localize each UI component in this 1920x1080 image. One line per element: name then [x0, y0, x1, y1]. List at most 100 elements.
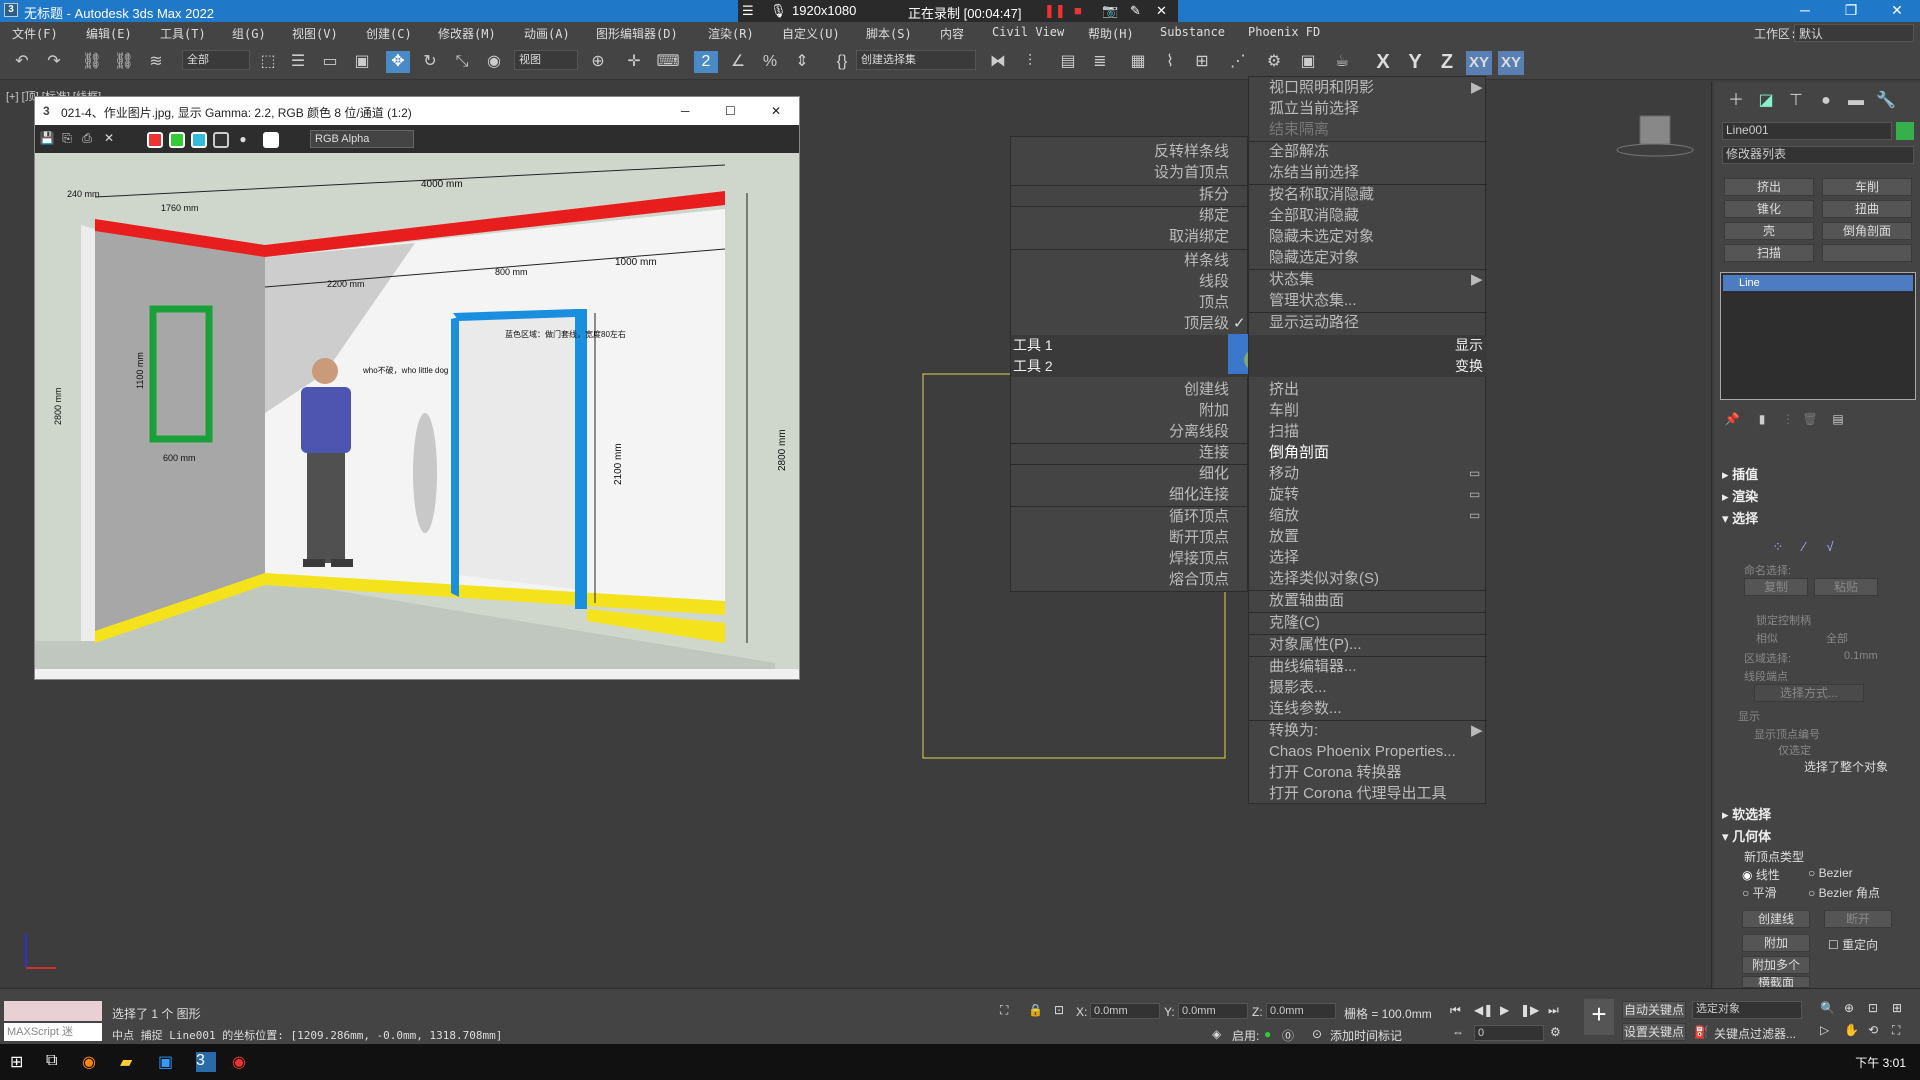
quad-unhide-by-name[interactable]: 按名称取消隐藏	[1269, 184, 1469, 205]
close-icon[interactable]: ✕	[1882, 2, 1912, 19]
quad-vertex[interactable]: 顶点	[1011, 292, 1229, 313]
stop-icon[interactable]: ■	[1074, 3, 1082, 18]
menu-tools[interactable]: 工具(T)	[160, 25, 206, 42]
key-filters-label[interactable]: 关键点过滤器...	[1714, 1025, 1796, 1042]
menu-customize[interactable]: 自定义(U)	[782, 25, 840, 42]
layer-explorer-icon[interactable]: ≣	[1088, 51, 1112, 73]
undo-icon[interactable]: ↶	[10, 51, 34, 73]
quad-bevel-profile[interactable]: 倒角剖面	[1269, 442, 1469, 463]
menu-rendering[interactable]: 渲染(R)	[708, 25, 754, 42]
modifier-taper-button[interactable]: 锥化	[1724, 200, 1814, 218]
time-config-button-icon[interactable]: ⚙	[1550, 1025, 1561, 1039]
create-line-button[interactable]: 创建线	[1742, 910, 1810, 928]
menu-create[interactable]: 创建(C)	[366, 25, 412, 42]
configure-sets-icon[interactable]: ▤	[1826, 408, 1850, 430]
zoom-all-icon[interactable]: ⊕	[1844, 1001, 1854, 1015]
render-setup-icon[interactable]: ⚙	[1262, 51, 1286, 73]
menu-modifiers[interactable]: 修改器(M)	[438, 25, 496, 42]
mono-toggle[interactable]: ●	[235, 132, 251, 148]
place-icon[interactable]: ◉	[482, 51, 506, 73]
quad-freeze-selection[interactable]: 冻结当前选择	[1269, 162, 1469, 183]
time-config-icon[interactable]: ⓪	[1282, 1027, 1294, 1044]
key-filter-selection-dropdown[interactable]: 选定对象	[1692, 1001, 1802, 1019]
browser-icon[interactable]: ◉	[82, 1052, 102, 1072]
area-selection-label[interactable]: 区域选择:	[1744, 650, 1791, 666]
remove-modifier-icon[interactable]: 🗑	[1798, 408, 1822, 430]
menu-phoenix[interactable]: Phoenix FD	[1248, 25, 1320, 39]
pan-icon[interactable]: ✋	[1844, 1023, 1859, 1037]
angle-snap-icon[interactable]: ∠	[726, 51, 750, 73]
absolute-mode-icon[interactable]: ⊡	[1054, 1003, 1064, 1017]
current-frame-field[interactable]: 0	[1474, 1025, 1544, 1041]
rollout-geometry[interactable]: ▾ 几何体	[1722, 826, 1914, 846]
stack-item-line[interactable]: Line	[1723, 275, 1913, 291]
x-coordinate-field[interactable]: 0.0mm	[1090, 1003, 1160, 1019]
quad-refine-connect[interactable]: 细化连接	[1011, 484, 1229, 505]
pen-icon[interactable]: ✎	[1130, 3, 1141, 19]
modifier-lathe-button[interactable]: 车削	[1822, 178, 1912, 196]
menu-group[interactable]: 组(G)	[232, 25, 266, 42]
quad-extrude[interactable]: 挤出	[1269, 379, 1469, 400]
mirror-icon[interactable]: ⧓	[986, 51, 1010, 73]
menu-substance[interactable]: Substance	[1160, 25, 1225, 39]
quad-place[interactable]: 放置	[1269, 526, 1469, 547]
quad-segment[interactable]: 线段	[1011, 271, 1229, 292]
print-image-icon[interactable]: ⎙	[79, 131, 95, 147]
quad-top-level[interactable]: 顶层级	[1011, 313, 1229, 334]
save-image-icon[interactable]: 💾	[39, 131, 55, 147]
radio-linear[interactable]: ◉ 线性	[1742, 866, 1780, 883]
selected-only-label[interactable]: 仅选定	[1778, 742, 1811, 758]
menu-view[interactable]: 视图(V)	[292, 25, 338, 42]
modifier-bevel-profile-button[interactable]: 倒角剖面	[1822, 222, 1912, 240]
object-name-field[interactable]: Line001	[1722, 122, 1892, 140]
green-channel-toggle[interactable]	[169, 132, 185, 148]
menu-graph-editors[interactable]: 图形编辑器(D)	[596, 25, 678, 42]
snap-toggle-icon[interactable]: 2	[694, 51, 718, 73]
pivot-icon[interactable]: ⊕	[586, 51, 610, 73]
align-icon[interactable]: ⫶	[1018, 51, 1042, 73]
axis-xy-cycle-button[interactable]: XY	[1498, 51, 1524, 75]
quad-scale[interactable]: 缩放	[1269, 505, 1469, 526]
quad-show-motion-paths[interactable]: 显示运动路径	[1269, 312, 1469, 333]
3dsmax-taskbar-icon[interactable]: 3	[196, 1052, 216, 1072]
quad-weld-vertices[interactable]: 焊接顶点	[1011, 548, 1229, 569]
z-coordinate-field[interactable]: 0.0mm	[1266, 1003, 1336, 1019]
quad-unhide-all[interactable]: 全部取消隐藏	[1269, 205, 1469, 226]
quad-wire-parameters[interactable]: 连线参数...	[1269, 698, 1469, 719]
hierarchy-tab-icon[interactable]: ⊤	[1784, 90, 1808, 112]
restore-icon[interactable]: ❐	[1836, 2, 1866, 19]
bind-spacewarp-icon[interactable]: ≋	[144, 51, 168, 73]
auto-key-button[interactable]: 自动关键点	[1622, 1001, 1686, 1019]
quad-fuse-vertices[interactable]: 熔合顶点	[1011, 569, 1229, 590]
quad-curve-editor[interactable]: 曲线编辑器...	[1269, 656, 1469, 677]
window-crossing-icon[interactable]: ▣	[350, 51, 374, 73]
modifier-empty-button[interactable]	[1822, 244, 1912, 262]
quad-corona-proxy-exporter[interactable]: 打开 Corona 代理导出工具	[1269, 783, 1485, 804]
modify-tab-icon[interactable]: ◪	[1754, 90, 1778, 112]
minimize-icon[interactable]: ─	[1790, 2, 1820, 18]
menu-file[interactable]: 文件(F)	[12, 25, 58, 42]
curve-editor-icon[interactable]: ⌇	[1158, 51, 1182, 73]
rect-selection-icon[interactable]: ▭	[318, 51, 342, 73]
maxscript-listener-top[interactable]	[4, 1001, 102, 1021]
windows-start-icon[interactable]: ⊞	[10, 1052, 30, 1072]
select-by-button[interactable]: 选择方式...	[1754, 684, 1864, 702]
quad-spline[interactable]: 样条线	[1011, 250, 1229, 271]
channel-dropdown[interactable]: RGB Alpha	[310, 130, 414, 148]
select-by-name-icon[interactable]: ☰	[286, 51, 310, 73]
quad-detach-segment[interactable]: 分离线段	[1011, 421, 1229, 442]
quad-connect[interactable]: 连接	[1011, 442, 1229, 463]
zoom-icon[interactable]: 🔍	[1820, 1001, 1835, 1015]
menu-icon[interactable]: ☰	[742, 3, 754, 19]
zoom-extents-all-icon[interactable]: ⊞	[1892, 1001, 1902, 1015]
make-unique-icon[interactable]: ⋮	[1776, 408, 1800, 430]
maximize-viewport-icon[interactable]: ⛶	[1892, 1023, 1900, 1038]
menu-civil-view[interactable]: Civil View	[992, 25, 1064, 39]
settings-box-icon[interactable]: ▭	[1469, 463, 1483, 484]
key-mode-icon[interactable]: ⇔	[1452, 1025, 1464, 1039]
quad-corona-converter[interactable]: 打开 Corona 转换器	[1269, 762, 1485, 783]
similar-radio[interactable]: 相似	[1756, 630, 1778, 646]
modifier-extrude-button[interactable]: 挤出	[1724, 178, 1814, 196]
quad-sweep[interactable]: 扫描	[1269, 421, 1469, 442]
unlink-icon[interactable]: ⛓	[112, 51, 136, 73]
